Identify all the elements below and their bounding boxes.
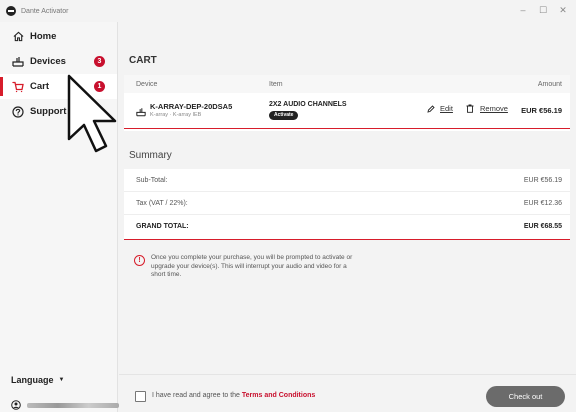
item-amount: EUR €56.19 — [521, 106, 562, 115]
account-info[interactable] — [11, 400, 119, 410]
device-subtitle: K-array · K-array IEB — [150, 112, 202, 118]
cart-heading: CART — [129, 55, 157, 66]
app-logo-icon — [6, 6, 16, 16]
activate-tag: Activate — [269, 111, 299, 120]
grand-total-row: GRAND TOTAL: EUR €68.55 — [124, 215, 570, 238]
terms-checkbox[interactable] — [135, 391, 146, 402]
mouse-pointer-icon — [67, 74, 117, 153]
remove-label: Remove — [480, 104, 508, 113]
tax-label: Tax (VAT / 22%): — [136, 200, 188, 207]
checkout-footer: I have read and agree to the Terms and C… — [119, 374, 576, 412]
column-header-amount: Amount — [537, 81, 562, 88]
support-icon — [12, 105, 24, 118]
terms-link[interactable]: Terms and Conditions — [242, 392, 315, 399]
devices-count-badge: 3 — [94, 56, 105, 67]
maximize-button[interactable]: ☐ — [534, 3, 552, 17]
grand-total-value: EUR €68.55 — [523, 223, 562, 230]
column-header-device: Device — [136, 81, 158, 88]
title-bar: Dante Activator – ☐ ✕ — [0, 0, 576, 22]
language-label: Language — [11, 375, 54, 385]
table-row: K-ARRAY-DEP-20DSA5 K-array · K-array IEB… — [124, 93, 570, 129]
sidebar-item-label: Cart — [30, 81, 50, 92]
terms-agreement-text: I have read and agree to the Terms and C… — [152, 392, 315, 399]
warning-icon: ! — [134, 255, 145, 266]
sidebar-item-label: Devices — [30, 56, 66, 67]
item-name: 2X2 AUDIO CHANNELS — [269, 101, 347, 108]
chevron-down-icon: ▼ — [58, 377, 65, 383]
summary-table: Sub-Total: EUR €56.19 Tax (VAT / 22%): E… — [124, 169, 570, 240]
grand-total-label: GRAND TOTAL: — [136, 223, 189, 230]
edit-label: Edit — [440, 104, 453, 113]
notice-text: Once you complete your purchase, you wil… — [151, 254, 353, 278]
sidebar-item-home[interactable]: Home — [0, 24, 117, 49]
cart-table: Device Item Amount K-ARRAY-DEP-20DSA5 K-… — [124, 75, 570, 131]
activation-notice: ! Once you complete your purchase, you w… — [134, 254, 394, 280]
close-window-button[interactable]: ✕ — [554, 3, 572, 17]
device-icon — [136, 104, 146, 117]
tax-value: EUR €12.36 — [523, 200, 562, 207]
summary-heading: Summary — [129, 150, 172, 161]
cart-table-header: Device Item Amount — [124, 75, 570, 93]
sidebar-item-devices[interactable]: Devices 3 — [0, 49, 117, 74]
window-title: Dante Activator — [21, 7, 69, 15]
redacted-account-name — [27, 402, 119, 408]
subtotal-row: Sub-Total: EUR €56.19 — [124, 169, 570, 192]
language-selector[interactable]: Language ▼ — [11, 375, 64, 385]
agree-prefix: I have read and agree to the — [152, 392, 242, 399]
device-icon — [12, 56, 24, 68]
trash-icon — [466, 104, 474, 113]
remove-button[interactable]: Remove — [466, 104, 508, 113]
minimize-button[interactable]: – — [514, 3, 532, 17]
main-content: CART Device Item Amount K-ARRAY-DEP-20DS… — [119, 22, 576, 412]
cart-icon — [12, 81, 24, 93]
subtotal-value: EUR €56.19 — [523, 177, 562, 184]
checkout-button[interactable]: Check out — [486, 386, 565, 407]
column-header-item: Item — [269, 81, 283, 88]
sidebar-item-label: Home — [30, 31, 57, 42]
subtotal-label: Sub-Total: — [136, 177, 168, 184]
tax-row: Tax (VAT / 22%): EUR €12.36 — [124, 192, 570, 215]
user-icon — [11, 400, 21, 410]
home-icon — [12, 31, 24, 43]
device-name: K-ARRAY-DEP-20DSA5 — [150, 102, 233, 111]
pencil-icon — [427, 104, 435, 113]
sidebar-item-label: Support — [30, 106, 67, 117]
edit-button[interactable]: Edit — [427, 104, 453, 113]
